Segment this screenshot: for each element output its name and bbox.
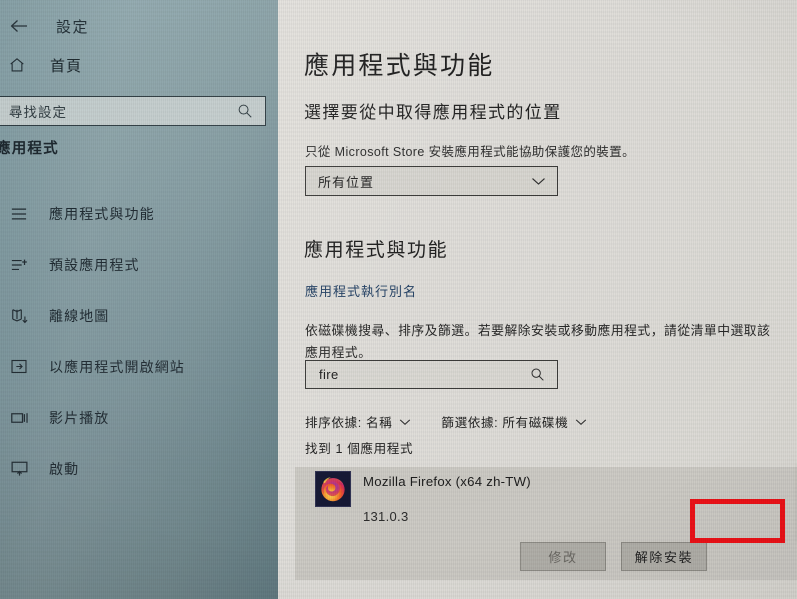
- page-title: 應用程式與功能: [304, 52, 495, 80]
- video-playback-icon: [8, 407, 30, 429]
- result-count-label: 找到 1 個應用程式: [305, 442, 414, 456]
- apps-section-heading: 應用程式與功能: [304, 240, 449, 261]
- app-list-search-input[interactable]: fire: [305, 360, 558, 389]
- modify-button[interactable]: 修改: [520, 542, 606, 571]
- install-source-selected-value: 所有位置: [318, 174, 375, 190]
- chevron-down-icon: [399, 418, 411, 426]
- app-action-buttons: 修改 解除安裝: [520, 542, 707, 571]
- sort-by-dropdown[interactable]: 排序依據: 名稱: [305, 412, 411, 431]
- install-source-dropdown[interactable]: 所有位置: [305, 166, 558, 196]
- back-arrow-icon[interactable]: [8, 15, 30, 37]
- default-apps-icon: [8, 254, 30, 276]
- sidebar-item-home-label: 首頁: [50, 57, 83, 75]
- filter-by-label: 篩選依據: 所有磁碟機: [441, 416, 569, 430]
- search-icon: [237, 103, 265, 119]
- settings-window-photo: 設定 首頁 尋找設定 應用程式 應用程式與功能 預設應用程式 離線地圖 以應用程…: [0, 0, 797, 599]
- sidebar-item-label: 啟動: [49, 460, 80, 477]
- sidebar-item-video-playback[interactable]: 影片播放: [0, 392, 278, 443]
- window-titlebar: 設定: [0, 8, 278, 44]
- sidebar-item-label: 影片播放: [49, 409, 110, 426]
- sidebar-item-label: 離線地圖: [49, 307, 110, 324]
- filter-by-dropdown[interactable]: 篩選依據: 所有磁碟機: [441, 412, 587, 431]
- app-list-search-value: fire: [319, 367, 339, 382]
- sidebar-item-label: 預設應用程式: [49, 256, 140, 273]
- chevron-down-icon: [575, 418, 587, 426]
- settings-search-input[interactable]: 尋找設定: [0, 96, 266, 126]
- apps-and-features-page: 應用程式與功能 選擇要從中取得應用程式的位置 只從 Microsoft Stor…: [278, 0, 797, 599]
- uninstall-button[interactable]: 解除安裝: [621, 542, 707, 571]
- sort-and-filter-row: 排序依據: 名稱 篩選依據: 所有磁碟機: [305, 412, 587, 431]
- list-icon: [8, 203, 30, 225]
- apps-section-description: 依磁碟機搜尋、排序及篩選。若要解除安裝或移動應用程式，請從清單中選取該應用程式。: [305, 323, 771, 360]
- window-title: 設定: [56, 18, 90, 36]
- settings-sidebar: 設定 首頁 尋找設定 應用程式 應用程式與功能 預設應用程式 離線地圖 以應用程…: [0, 0, 278, 599]
- app-list-item-firefox[interactable]: Mozilla Firefox (x64 zh-TW) 131.0.3 修改 解…: [295, 467, 797, 580]
- sidebar-section-title: 應用程式: [0, 141, 59, 157]
- startup-icon: [8, 458, 30, 480]
- chevron-down-icon: [531, 176, 546, 186]
- search-icon: [530, 367, 557, 382]
- sidebar-item-label: 應用程式與功能: [49, 205, 155, 222]
- sidebar-item-home[interactable]: 首頁: [0, 50, 278, 80]
- sort-by-label: 排序依據: 名稱: [305, 416, 393, 430]
- install-source-description: 只從 Microsoft Store 安裝應用程式能協助保護您的裝置。: [305, 145, 635, 159]
- app-execution-alias-link[interactable]: 應用程式執行別名: [305, 281, 417, 300]
- sidebar-item-default-apps[interactable]: 預設應用程式: [0, 239, 278, 290]
- install-source-heading: 選擇要從中取得應用程式的位置: [304, 103, 562, 122]
- firefox-icon: [315, 471, 351, 507]
- sidebar-item-label: 以應用程式開啟網站: [49, 358, 185, 375]
- sidebar-item-open-website-with-app[interactable]: 以應用程式開啟網站: [0, 341, 278, 392]
- sidebar-item-offline-maps[interactable]: 離線地圖: [0, 290, 278, 341]
- sidebar-item-startup[interactable]: 啟動: [0, 443, 278, 494]
- home-icon: [6, 54, 28, 76]
- app-version-label: 131.0.3: [363, 509, 409, 524]
- offline-maps-icon: [8, 305, 30, 327]
- sidebar-nav-list: 應用程式與功能 預設應用程式 離線地圖 以應用程式開啟網站 影片播放 啟動: [0, 188, 278, 494]
- app-name-label: Mozilla Firefox (x64 zh-TW): [363, 474, 531, 489]
- settings-search-placeholder: 尋找設定: [9, 105, 67, 120]
- sidebar-item-apps-and-features[interactable]: 應用程式與功能: [0, 188, 278, 239]
- open-website-icon: [8, 356, 30, 378]
